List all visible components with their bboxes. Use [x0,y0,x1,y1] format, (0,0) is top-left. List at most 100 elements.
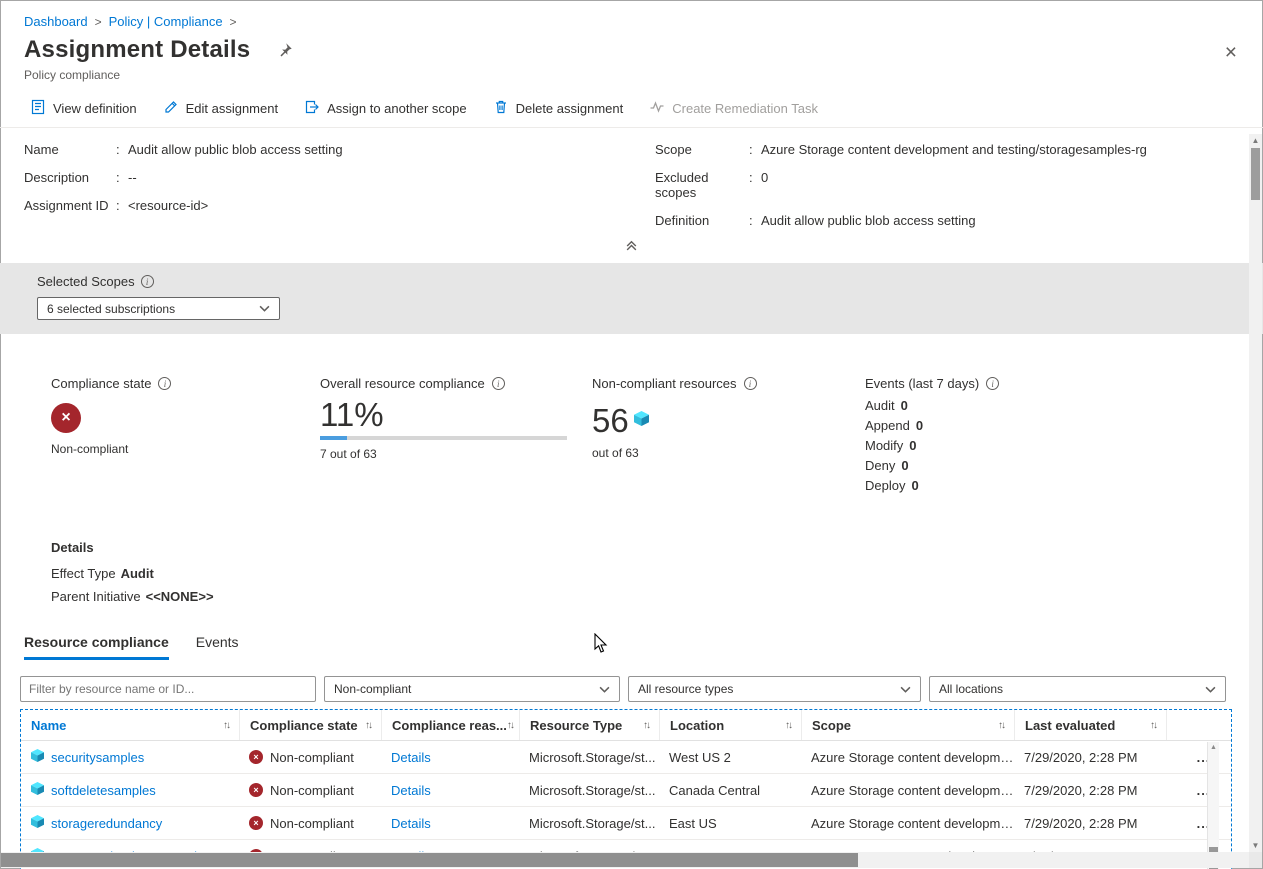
table-row[interactable]: softdeletesamples × Non-compliant Detail… [21,774,1231,807]
assignment-definition-value: Audit allow public blob access setting [759,213,976,228]
assignment-id-value: <resource-id> [126,198,208,213]
non-compliant-icon: × [249,750,263,764]
tab-resource-compliance[interactable]: Resource compliance [24,634,169,660]
scroll-up-icon[interactable]: ▲ [1249,136,1262,145]
scrollbar-corner [1249,852,1262,868]
chevron-down-icon [900,686,911,693]
edit-assignment-button[interactable]: Edit assignment [163,99,279,118]
property-label: Excluded scopes [655,170,749,200]
table-row[interactable]: storageredundancy × Non-compliant Detail… [21,807,1231,840]
page-subtitle: Policy compliance [0,68,1263,82]
sort-icon: ↑↓ [1150,720,1159,731]
property-label: Name [24,142,116,157]
compliance-progress-bar [320,436,567,440]
column-header-compliance-state[interactable]: Compliance state↑↓ [239,710,381,740]
horizontal-scrollbar-thumb[interactable] [1,853,858,867]
last-evaluated-text: 7/29/2020, 2:28 PM [1014,816,1166,831]
event-label: Audit [865,396,895,416]
storage-account-icon [31,815,44,831]
resource-type-filter-dropdown[interactable]: All resource types [628,676,921,702]
event-value: 0 [901,456,908,476]
info-icon[interactable]: i [744,377,757,390]
remediation-icon [649,99,665,118]
storage-account-icon [31,749,44,765]
compliance-state-filter-dropdown[interactable]: Non-compliant [324,676,620,702]
page-scrollbar-thumb[interactable] [1251,148,1260,200]
compliance-summary: Compliance state i × Non-compliant Overa… [0,376,1263,496]
column-header-name[interactable]: Name↑↓ [21,710,239,740]
collapse-details-chevron-icon[interactable] [625,239,638,255]
info-icon[interactable]: i [141,275,154,288]
compliance-details-link[interactable]: Details [391,783,431,798]
compliance-state-text: Non-compliant [270,783,354,798]
storage-account-icon [31,782,44,798]
delete-assignment-button[interactable]: Delete assignment [493,99,624,118]
compliance-details-link[interactable]: Details [391,750,431,765]
resource-filter-input[interactable] [20,676,316,702]
details-panel: Details Effect Type Audit Parent Initiati… [0,540,1263,604]
event-value: 0 [916,416,923,436]
parent-initiative-label: Parent Initiative [51,589,141,604]
selected-scopes-label: Selected Scopes [37,274,135,289]
non-compliant-icon: × [51,403,81,433]
table-row[interactable]: securitysamples × Non-compliant Details … [21,741,1231,774]
assignment-scope-value: Azure Storage content development and te… [759,142,1147,157]
close-icon[interactable]: × [1225,42,1237,63]
resource-name-link[interactable]: securitysamples [51,750,144,765]
scroll-up-icon[interactable]: ▲ [1208,744,1219,751]
create-remediation-task-label: Create Remediation Task [672,101,818,116]
events-title: Events (last 7 days) [865,376,979,391]
scope-text: Azure Storage content developme... [801,783,1014,798]
page-horizontal-scrollbar[interactable] [1,852,1249,868]
scope-text: Azure Storage content developme... [801,750,1014,765]
details-panel-title: Details [51,540,1263,555]
sort-icon: ↑↓ [507,720,516,731]
table-vertical-scrollbar[interactable]: ▲ ▼ [1207,742,1219,869]
view-definition-button[interactable]: View definition [30,99,137,118]
sort-icon: ↑↓ [643,720,652,731]
column-header-resource-type[interactable]: Resource Type↑↓ [519,710,659,740]
effect-type-value: Audit [121,566,154,581]
info-icon[interactable]: i [986,377,999,390]
resource-name-link[interactable]: storageredundancy [51,816,162,831]
location-text: East US [659,816,801,831]
resource-type-filter-value: All resource types [638,682,733,696]
scroll-down-icon[interactable]: ▼ [1249,841,1262,850]
breadcrumb-dashboard-link[interactable]: Dashboard [24,14,88,29]
event-label: Append [865,416,910,436]
sort-icon: ↑↓ [223,720,232,731]
tab-events[interactable]: Events [196,634,239,660]
compliance-details-link[interactable]: Details [391,816,431,831]
column-header-location[interactable]: Location↑↓ [659,710,801,740]
page-vertical-scrollbar[interactable]: ▲ ▼ [1249,134,1262,852]
location-text: West US 2 [659,750,801,765]
info-icon[interactable]: i [492,377,505,390]
delete-assignment-label: Delete assignment [516,101,624,116]
column-header-compliance-reason[interactable]: Compliance reas...↑↓ [381,710,519,740]
column-header-scope[interactable]: Scope↑↓ [801,710,1014,740]
resource-name-link[interactable]: softdeletesamples [51,783,156,798]
assign-scope-icon [304,99,320,118]
create-remediation-task-button: Create Remediation Task [649,99,818,118]
filter-bar: Non-compliant All resource types All loc… [0,676,1263,702]
effect-type-label: Effect Type [51,566,116,581]
column-header-last-evaluated[interactable]: Last evaluated↑↓ [1014,710,1166,740]
selected-scopes-dropdown[interactable]: 6 selected subscriptions [37,297,280,320]
view-definition-icon [30,99,46,118]
event-label: Deploy [865,476,905,496]
info-icon[interactable]: i [158,377,171,390]
breadcrumb-policy-compliance-link[interactable]: Policy | Compliance [109,14,223,29]
pin-icon[interactable] [276,42,293,59]
sort-icon: ↑↓ [998,720,1007,731]
compliance-state-title: Compliance state [51,376,151,391]
property-label: Definition [655,213,749,228]
assign-to-another-scope-button[interactable]: Assign to another scope [304,99,466,118]
event-value: 0 [901,396,908,416]
table-header-row: Name↑↓ Compliance state↑↓ Compliance rea… [21,710,1231,741]
parent-initiative-value: <<NONE>> [146,589,214,604]
overall-compliance-title: Overall resource compliance [320,376,485,391]
location-filter-dropdown[interactable]: All locations [929,676,1226,702]
non-compliant-icon: × [249,816,263,830]
selected-scopes-dropdown-value: 6 selected subscriptions [47,302,175,316]
compliance-state-value: Non-compliant [51,442,320,456]
